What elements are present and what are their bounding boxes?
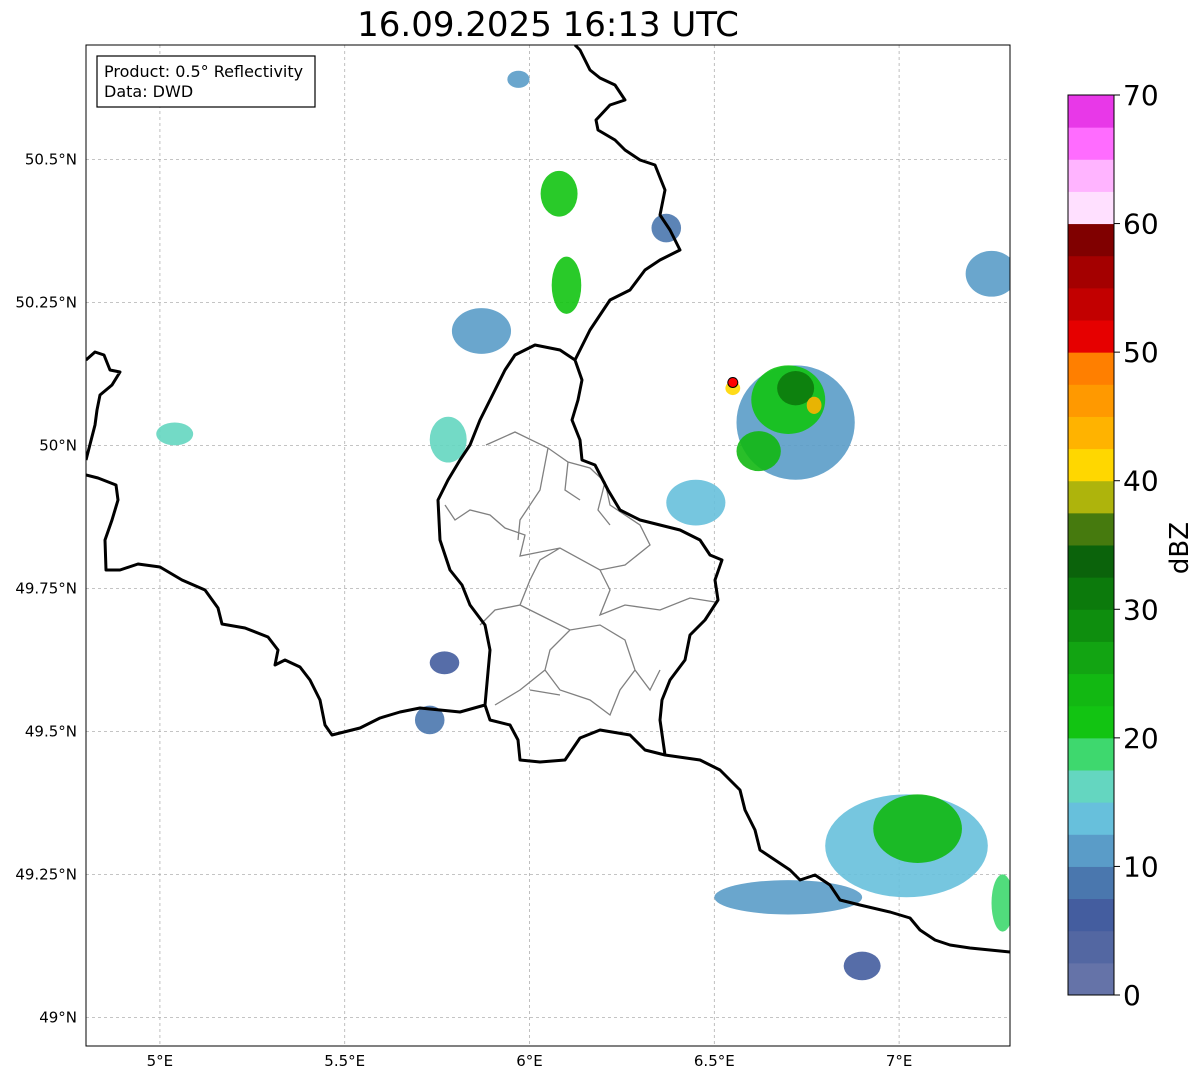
colorbar-segment (1068, 384, 1114, 417)
colorbar-segment (1068, 673, 1114, 707)
colorbar-segment (1068, 834, 1114, 867)
colorbar-segment (1068, 705, 1114, 739)
colorbar-segment (1068, 577, 1114, 610)
colorbar-segment (1068, 320, 1114, 353)
colorbar-segment (1068, 352, 1114, 385)
colorbar-segment (1068, 191, 1114, 225)
colorbar-segment (1068, 95, 1114, 128)
colorbar-segment (1068, 609, 1114, 642)
colorbar-segment (1068, 416, 1114, 450)
colorbar-tick-label: 60 (1123, 208, 1159, 241)
colorbar-segment (1068, 255, 1114, 289)
colorbar-segment (1068, 737, 1114, 771)
colorbar: 0 10 20 30 40 50 60 70 dBZ (1067, 79, 1195, 1012)
colorbar-segment (1068, 448, 1114, 482)
colorbar-segment (1068, 962, 1114, 996)
colorbar-tick-label: 0 (1123, 979, 1141, 1012)
colorbar-segment (1068, 866, 1114, 900)
colorbar-tick-label: 40 (1123, 465, 1159, 498)
colorbar-segment (1068, 545, 1114, 578)
colorbar-segment (1068, 770, 1114, 803)
colorbar-segment (1068, 480, 1114, 514)
colorbar-tick-label: 50 (1123, 336, 1159, 369)
colorbar-segment (1068, 641, 1114, 675)
colorbar-ticks: 0 10 20 30 40 50 60 70 (1114, 79, 1159, 1012)
colorbar-tick-label: 10 (1123, 850, 1159, 883)
colorbar-segment (1068, 512, 1114, 546)
colorbar-tick-label: 70 (1123, 79, 1159, 112)
colorbar-segments (1068, 95, 1114, 996)
colorbar-segment (1068, 898, 1114, 932)
colorbar-segment (1068, 930, 1114, 964)
colorbar-segment (1068, 223, 1114, 257)
colorbar-segment (1068, 802, 1114, 835)
colorbar-segment (1068, 127, 1114, 160)
colorbar-tick-label: 30 (1123, 593, 1159, 626)
colorbar-tick-label: 20 (1123, 722, 1159, 755)
colorbar-segment (1068, 159, 1114, 192)
colorbar-segment (1068, 287, 1114, 321)
colorbar-label: dBZ (1165, 522, 1195, 574)
